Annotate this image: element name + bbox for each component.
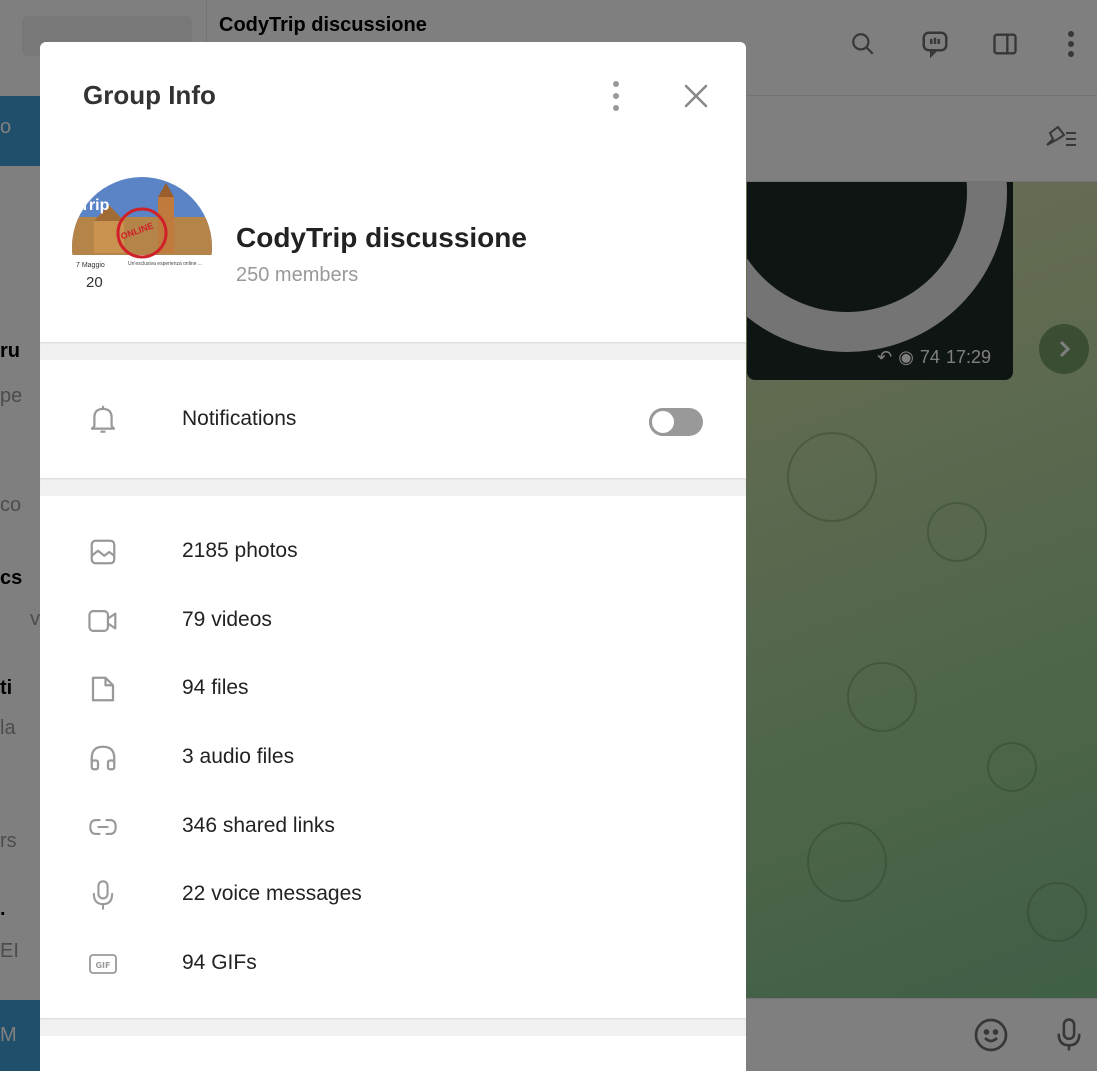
notifications-label: Notifications [182, 407, 297, 430]
section-divider [40, 342, 746, 360]
media-row-label: 22 voice messages [182, 882, 362, 906]
media-row-files[interactable]: 94 files [40, 655, 746, 724]
notifications-row[interactable]: Notifications [40, 360, 746, 478]
video-icon [83, 601, 123, 641]
more-vertical-icon[interactable] [596, 76, 636, 116]
media-row-label: 346 shared links [182, 813, 335, 837]
dialog-header: Group Info [40, 42, 746, 152]
notifications-toggle[interactable] [649, 408, 703, 436]
link-icon [83, 807, 123, 847]
group-info-dialog: Group Info Trip ONLINE 7 Maggio 20 Un'es… [40, 42, 746, 1071]
avatar-date-text: 7 Maggio [76, 262, 105, 269]
media-row-videos[interactable]: 79 videos [40, 587, 746, 656]
gif-icon: GIF [83, 944, 123, 984]
media-row-label: 94 files [182, 676, 249, 700]
media-row-label: 94 GIFs [182, 951, 257, 975]
avatar-year-text: 20 [86, 274, 103, 291]
group-avatar[interactable]: Trip ONLINE 7 Maggio 20 Un'esclusiva esp… [72, 177, 212, 317]
photo-icon [83, 532, 123, 572]
shared-media-list: 2185 photos 79 videos 94 files 3 audio f… [40, 496, 746, 1018]
bell-icon [83, 400, 123, 440]
dialog-title: Group Info [83, 80, 216, 110]
section-divider [40, 478, 746, 496]
headphones-icon [83, 738, 123, 778]
microphone-icon [83, 875, 123, 915]
section-divider [40, 1018, 746, 1036]
group-member-count[interactable]: 250 members [236, 264, 358, 287]
media-row-links[interactable]: 346 shared links [40, 793, 746, 862]
file-icon [83, 669, 123, 709]
media-row-audio[interactable]: 3 audio files [40, 724, 746, 793]
avatar-blurb-text: Un'esclusiva esperienza online ... [128, 261, 203, 267]
avatar-logo-text: Trip [80, 197, 110, 214]
group-profile: Trip ONLINE 7 Maggio 20 Un'esclusiva esp… [40, 152, 746, 342]
media-row-label: 2185 photos [182, 539, 298, 562]
media-row-label: 3 audio files [182, 745, 295, 769]
close-icon[interactable] [676, 76, 716, 116]
media-row-gifs[interactable]: GIF 94 GIFs [40, 930, 746, 999]
media-row-photos[interactable]: 2185 photos [40, 518, 746, 587]
svg-text:GIF: GIF [95, 961, 110, 970]
media-row-label: 79 videos [182, 607, 272, 631]
media-row-voice[interactable]: 22 voice messages [40, 861, 746, 930]
group-name: CodyTrip discussione [236, 222, 527, 253]
